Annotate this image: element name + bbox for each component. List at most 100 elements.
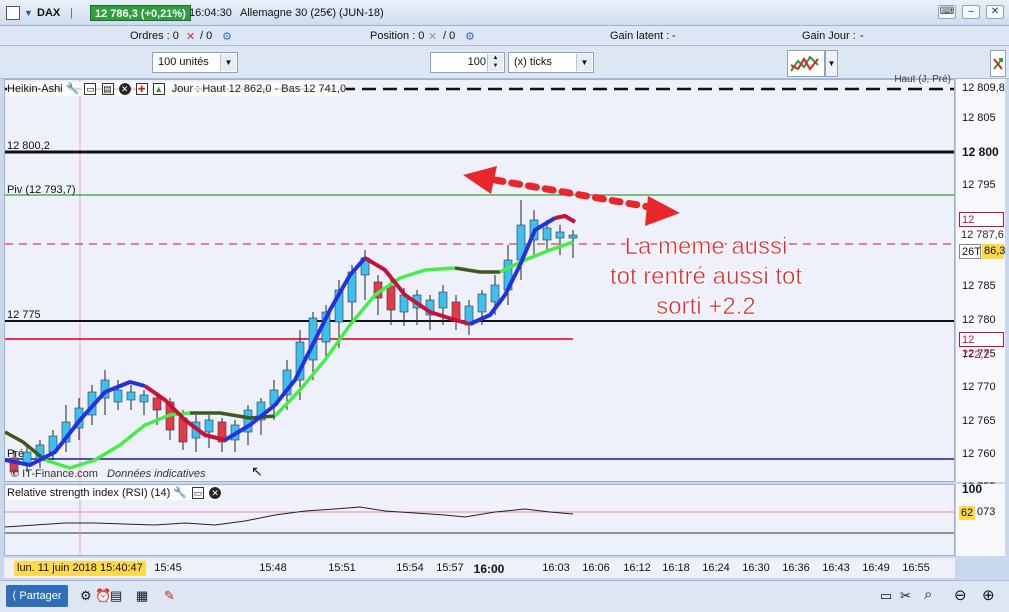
source-note: Données indicatives <box>107 468 206 480</box>
rsi-panel[interactable]: Relative strength index (RSI) (14) 🔧 ▭ ✕ <box>4 484 955 556</box>
zoom-fit-icon[interactable]: ⌕ <box>924 586 932 603</box>
gain-jour-value: - <box>860 30 864 42</box>
time-tick: 15:57 <box>436 562 464 574</box>
time-tick: 16:00 <box>473 562 505 576</box>
close-icon[interactable]: ✕ <box>209 487 222 500</box>
price-tick: 12 795 <box>962 179 996 191</box>
list-icon[interactable]: ▤ <box>110 588 122 604</box>
zoom-in-icon[interactable]: ⊕ <box>982 586 995 604</box>
price-tag-26t: 26T <box>959 244 981 259</box>
rsi-header: Relative strength index (RSI) (14) 🔧 ▭ ✕ <box>7 486 222 500</box>
time-tick: 16:06 <box>582 562 610 574</box>
close-icon[interactable]: ✕ <box>118 83 131 96</box>
rsi-axis-top: 100 <box>962 482 983 496</box>
candle-body <box>113 389 123 403</box>
chart-type-dropdown[interactable]: ▼ <box>825 50 838 77</box>
time-tick: 16:43 <box>822 562 850 574</box>
instrument-name: DAX <box>37 7 61 19</box>
chart-type-icon <box>790 55 819 72</box>
time-tick: 16:12 <box>623 562 651 574</box>
time-tick: 15:45 <box>154 562 182 574</box>
table-icon[interactable]: ▦ <box>136 588 148 604</box>
candle-body <box>204 419 214 433</box>
day-range-info: Jour : Haut 12 862,0 - Bas 12 741,0 <box>171 83 347 95</box>
annotation-line2: tot rentré aussi tot <box>609 263 803 291</box>
clock-time: 16:04:30 <box>189 7 232 19</box>
trading-toolbar: 100 unités ▼ 100 ▲ ▼ (x) ticks ▼ ▼ <box>0 46 1009 79</box>
annotation-line3: sorti +2.2 <box>656 293 756 321</box>
alarm-icon[interactable]: ⏰ <box>95 588 111 604</box>
chevron-down-icon[interactable]: ▼ <box>24 5 33 21</box>
share-icon: ⟨ <box>12 590 17 602</box>
bottom-toolbar: ⟨ Partager ⚙ ⏰ ▤ ▦ ✎ ▭ ✂ ⌕ ⊖ ⊕ <box>0 580 1009 612</box>
price-tag-red-low: 12 772,2 <box>959 332 1004 361</box>
prev-low-label: Pré <box>7 448 25 460</box>
properties-icon[interactable]: ▤ <box>101 83 114 96</box>
orders-gear-icon[interactable]: ⚙ <box>222 30 232 43</box>
orders-cancel-icon[interactable]: ✕ <box>186 30 195 43</box>
time-axis[interactable]: 15:45 15:48 15:51 15:54 15:57 16:00 16:03 16:06… <box>4 558 955 578</box>
wrench-icon[interactable]: 🔧 <box>173 487 187 499</box>
ticks-unit-select[interactable]: (x) ticks ▼ <box>508 52 594 73</box>
candle-body <box>542 227 552 241</box>
window-icon[interactable]: ▭ <box>84 83 97 96</box>
quantity-select[interactable]: 100 unités ▼ <box>152 52 238 73</box>
quantity-select-value: 100 unités <box>158 56 209 68</box>
tool-icon[interactable]: ✂ <box>900 588 911 604</box>
keyboard-icon[interactable]: ⌨ <box>938 5 956 19</box>
chevron-down-icon[interactable]: ▼ <box>220 54 236 71</box>
gain-latent-value: - <box>672 30 676 42</box>
window-icon[interactable]: ▭ <box>192 487 205 500</box>
window-titlebar: ▼ DAX | 12 786,3 (+0,21%) 16:04:30 Allem… <box>0 0 1009 26</box>
share-button[interactable]: ⟨ Partager <box>6 585 68 607</box>
price-tick: 12 809,8 <box>962 82 1005 94</box>
price-tag-26t-value: 86,3 <box>982 244 1006 259</box>
side-panel-button[interactable] <box>990 50 1006 77</box>
time-tick: 16:03 <box>542 562 570 574</box>
candle-body <box>386 285 396 311</box>
time-tick: 16:49 <box>862 562 890 574</box>
position-label: Position : 0 <box>370 30 425 42</box>
price-tag-red-high: 12 790,0 <box>959 212 1004 241</box>
orders-total: / 0 <box>200 30 213 42</box>
pivot-label: Piv (12 793,7) <box>7 184 76 196</box>
draw-icon[interactable]: ✎ <box>164 588 175 604</box>
zoom-out-icon[interactable]: ⊖ <box>954 586 967 604</box>
chevron-down-icon[interactable]: ▼ <box>576 54 592 71</box>
time-tick: 15:48 <box>259 562 287 574</box>
time-tick: 16:24 <box>702 562 730 574</box>
wrench-icon[interactable]: 🔧 <box>66 83 80 95</box>
buy-icon[interactable]: ▲ <box>152 83 165 96</box>
ticks-unit-value: (x) ticks <box>514 56 552 68</box>
prev-high-label: Haut (J, Pré) <box>894 74 951 85</box>
indicator-header: Heikin-Ashi 🔧 ▭ ▤ ✕ ✚ ▲ Jour : Haut 12 8… <box>7 82 347 96</box>
orders-label: Ordres : 0 <box>130 30 179 42</box>
layout-icon[interactable]: ▭ <box>880 588 892 604</box>
ticks-stepper[interactable]: 100 ▲ ▼ <box>430 52 505 73</box>
sell-icon[interactable]: ✚ <box>135 83 148 96</box>
gain-latent-label: Gain latent : <box>610 30 670 42</box>
time-tick: 16:36 <box>782 562 810 574</box>
candle-body <box>126 391 136 401</box>
position-total: / 0 <box>443 30 456 42</box>
position-gear-icon[interactable]: ⚙ <box>465 30 475 43</box>
quote-badge: 12 786,3 (+0,21%) <box>90 5 191 21</box>
annotation-text: La meme aussi tot rentré aussi tot sorti… <box>571 232 841 322</box>
price-tick: 12 785 <box>962 280 996 292</box>
time-tick: 15:54 <box>396 562 424 574</box>
minimize-button[interactable]: – <box>962 5 980 19</box>
separator: | <box>70 7 73 19</box>
share-label: Partager <box>19 590 62 602</box>
rsi-tag-value: 62 <box>959 506 975 520</box>
chart-type-button[interactable] <box>787 50 825 77</box>
position-cancel-icon[interactable]: ✕ <box>428 30 437 43</box>
price-axis[interactable]: 12 809,8 12 805 12 800 12 795 12 785 12 780 12… <box>955 79 1005 493</box>
stepper-arrows-icon[interactable]: ▲ ▼ <box>487 54 503 71</box>
window-menu-icon[interactable] <box>6 6 20 20</box>
price-chart[interactable]: Heikin-Ashi 🔧 ▭ ▤ ✕ ✚ ▲ Jour : Haut 12 8… <box>4 74 955 482</box>
time-tick: 15:51 <box>328 562 356 574</box>
indicator-name: Heikin-Ashi <box>7 83 63 95</box>
close-button[interactable]: ✕ <box>986 5 1004 19</box>
settings-icon[interactable]: ⚙ <box>80 588 92 604</box>
data-source: © IT-Finance.com Données indicatives <box>11 468 205 480</box>
